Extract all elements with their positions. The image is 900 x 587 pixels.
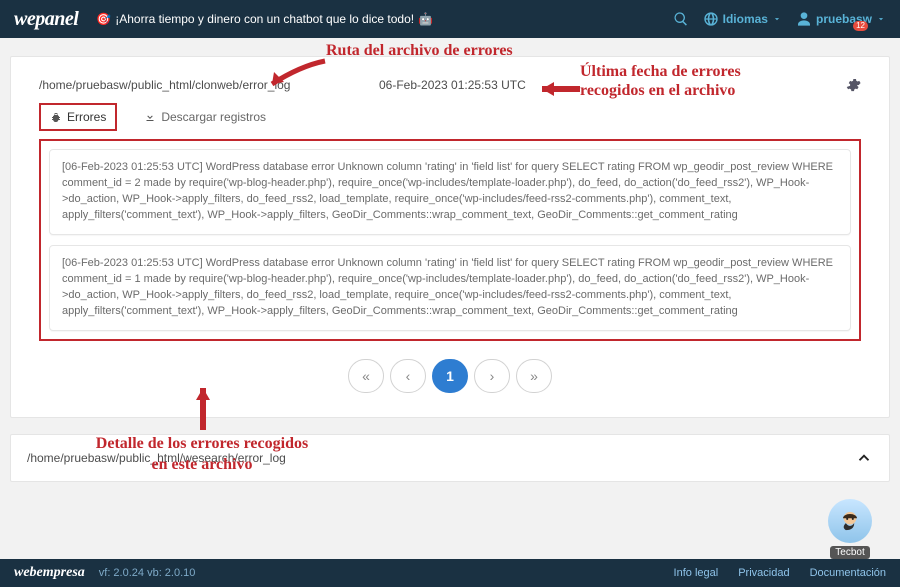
user-icon	[796, 11, 812, 27]
pager-last[interactable]: »	[516, 359, 552, 393]
chevron-up-icon	[855, 449, 873, 467]
slogan-text: ¡Ahorra tiempo y dinero con un chatbot q…	[115, 12, 414, 26]
errors-container: [06-Feb-2023 01:25:53 UTC] WordPress dat…	[39, 139, 861, 341]
footer: webempresa vf: 2.0.24 vb: 2.0.10 Info le…	[0, 559, 900, 587]
error-log-card: /home/pruebasw/public_html/clonweb/error…	[10, 56, 890, 418]
error-entry: [06-Feb-2023 01:25:53 UTC] WordPress dat…	[49, 245, 851, 331]
bot-name: Tecbot	[830, 546, 869, 559]
search-button[interactable]	[673, 11, 689, 27]
error-entry: [06-Feb-2023 01:25:53 UTC] WordPress dat…	[49, 149, 851, 235]
tabs-row: Errores Descargar registros	[25, 103, 875, 139]
tab-errors-label: Errores	[67, 110, 106, 124]
brand-logo: wepanel	[14, 8, 78, 31]
pager-current[interactable]: 1	[432, 359, 468, 393]
slogan: 🎯 ¡Ahorra tiempo y dinero con un chatbot…	[96, 12, 433, 26]
error-log-card-collapsed[interactable]: /home/pruebasw/public_html/wesearch/erro…	[10, 434, 890, 482]
footer-link-docs[interactable]: Documentación	[810, 567, 886, 579]
pager-next[interactable]: ›	[474, 359, 510, 393]
notification-badge: 12	[853, 21, 868, 31]
pager-first[interactable]: «	[348, 359, 384, 393]
gear-icon[interactable]	[845, 77, 861, 93]
robot-icon: 🤖	[418, 12, 433, 26]
language-menu[interactable]: Idiomas	[703, 11, 782, 27]
pager-prev[interactable]: ‹	[390, 359, 426, 393]
globe-icon	[703, 11, 719, 27]
bot-face-icon	[836, 507, 864, 535]
download-logs-link[interactable]: Descargar registros	[135, 105, 275, 129]
footer-version: vf: 2.0.24 vb: 2.0.10	[99, 567, 196, 579]
user-menu[interactable]: 12 pruebasw	[796, 11, 886, 27]
search-icon	[673, 11, 689, 27]
chevron-down-icon	[876, 14, 886, 24]
chatbot-launcher[interactable]: Tecbot	[822, 499, 878, 559]
topbar: wepanel 🎯 ¡Ahorra tiempo y dinero con un…	[0, 0, 900, 38]
tab-errors[interactable]: Errores	[39, 103, 117, 131]
card-header: /home/pruebasw/public_html/clonweb/error…	[25, 67, 875, 103]
chevron-down-icon	[772, 14, 782, 24]
pagination: « ‹ 1 › »	[25, 353, 875, 407]
footer-link-legal[interactable]: Info legal	[674, 567, 719, 579]
bot-avatar	[828, 499, 872, 543]
language-label: Idiomas	[723, 12, 768, 26]
footer-brand: webempresa	[14, 565, 85, 581]
footer-link-privacy[interactable]: Privacidad	[738, 567, 789, 579]
error-log-date: 06-Feb-2023 01:25:53 UTC	[379, 78, 526, 92]
error-log-path: /home/pruebasw/public_html/clonweb/error…	[39, 78, 379, 92]
download-icon	[144, 111, 156, 123]
download-logs-label: Descargar registros	[161, 110, 266, 124]
target-icon: 🎯	[96, 12, 111, 26]
error-log-path: /home/pruebasw/public_html/wesearch/erro…	[27, 451, 855, 465]
bug-icon	[50, 111, 62, 123]
